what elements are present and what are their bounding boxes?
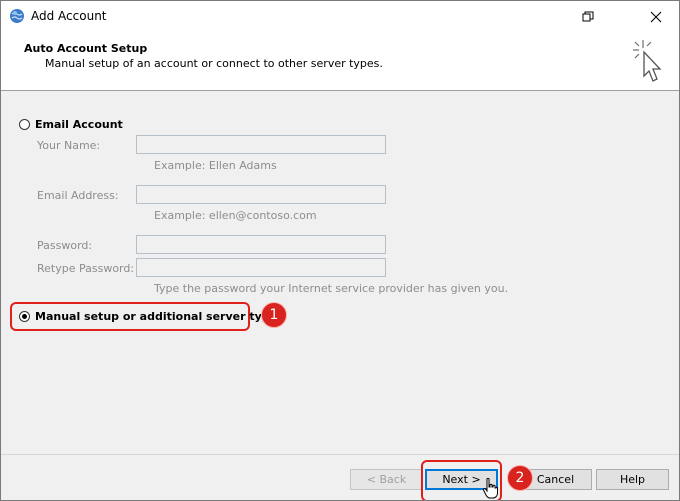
outlook-globe-icon <box>10 9 24 23</box>
step-1-badge: 1 <box>261 302 287 328</box>
window-title: Add Account <box>31 9 107 23</box>
title-bar: Add Account <box>1 1 679 32</box>
step-2-badge: 2 <box>507 465 533 491</box>
your-name-example: Example: Ellen Adams <box>154 159 277 172</box>
password-label: Password: <box>37 239 93 252</box>
header-divider <box>1 90 679 91</box>
add-account-dialog: Add Account Auto Account Setup Manual se… <box>0 0 680 501</box>
email-address-example: Example: ellen@contoso.com <box>154 209 317 222</box>
restore-icon <box>582 11 594 21</box>
back-button[interactable]: < Back <box>350 469 423 490</box>
email-account-option[interactable]: Email Account <box>19 118 123 131</box>
close-button[interactable] <box>633 1 679 32</box>
email-account-radio[interactable] <box>19 119 30 130</box>
password-field[interactable] <box>136 235 386 254</box>
retype-password-label: Retype Password: <box>37 262 135 275</box>
close-icon <box>650 11 662 22</box>
email-address-field[interactable] <box>136 185 386 204</box>
your-name-label: Your Name: <box>37 139 101 152</box>
email-account-label: Email Account <box>35 118 123 131</box>
retype-password-field[interactable] <box>136 258 386 277</box>
manual-setup-radio[interactable] <box>19 311 30 322</box>
manual-setup-label: Manual setup or additional server types <box>35 310 284 323</box>
sparkle-cursor-icon <box>633 40 662 82</box>
manual-setup-option[interactable]: Manual setup or additional server types <box>19 310 284 323</box>
page-subtitle: Manual setup of an account or connect to… <box>45 57 383 70</box>
password-hint: Type the password your Internet service … <box>154 282 509 295</box>
your-name-field[interactable] <box>136 135 386 154</box>
footer-divider <box>1 454 679 455</box>
header-panel: Auto Account Setup Manual setup of an ac… <box>1 32 679 90</box>
help-button[interactable]: Help <box>596 469 669 490</box>
page-title: Auto Account Setup <box>24 42 148 55</box>
mouse-cursor-icon <box>482 478 498 499</box>
restore-button[interactable] <box>565 1 611 32</box>
email-address-label: Email Address: <box>37 189 119 202</box>
